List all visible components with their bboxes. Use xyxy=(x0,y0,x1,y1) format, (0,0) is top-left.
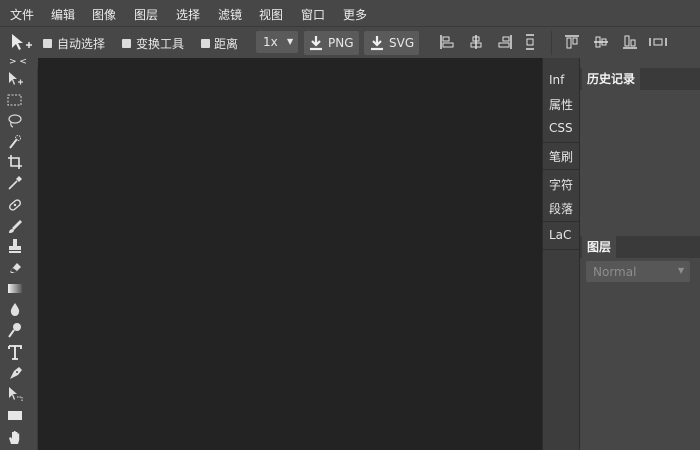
stamp-icon[interactable] xyxy=(6,238,24,254)
menu-window[interactable]: 窗口 xyxy=(301,6,325,23)
history-panel-tab[interactable]: 历史记录 xyxy=(582,68,641,90)
canvas-area[interactable] xyxy=(38,58,542,450)
divider xyxy=(543,221,579,222)
distribute-v-icon[interactable] xyxy=(648,36,668,48)
menu-bar: 文件 编辑 图像 图层 选择 滤镜 视图 窗口 更多 xyxy=(0,0,700,26)
options-bar: 自动选择 变换工具 距离 1x ▼ PNG SVG xyxy=(0,26,700,59)
collapse-arrows: > < xyxy=(9,57,27,67)
panel-tab-properties[interactable]: 属性 xyxy=(549,96,573,113)
menu-filter[interactable]: 滤镜 xyxy=(218,6,242,23)
distribute-h-icon[interactable] xyxy=(524,33,536,51)
transform-tools-label: 变换工具 xyxy=(136,37,185,51)
png-label: PNG xyxy=(328,36,354,50)
eraser-icon[interactable] xyxy=(6,259,24,275)
export-png-button[interactable]: PNG xyxy=(304,31,359,55)
panel-tab-lac[interactable]: LaC xyxy=(549,228,571,242)
blur-icon[interactable] xyxy=(6,301,24,317)
shape-icon[interactable] xyxy=(6,407,24,423)
history-panel-body xyxy=(580,90,700,234)
distance-checkbox[interactable] xyxy=(201,39,210,48)
blend-mode-value: Normal xyxy=(593,265,637,279)
panel-tab-character[interactable]: 字符 xyxy=(549,176,573,193)
pen-icon[interactable] xyxy=(6,365,24,381)
menu-layer[interactable]: 图层 xyxy=(134,6,158,23)
chevron-down-icon: ▼ xyxy=(678,266,685,275)
panel-tab-brush[interactable]: 笔刷 xyxy=(549,148,573,165)
chevron-down-icon: ▼ xyxy=(287,37,294,46)
toolbar-collapse-toggle[interactable]: > < xyxy=(0,58,37,67)
side-panel-tabs: Inf 属性 CSS 笔刷 字符 段落 LaC xyxy=(542,58,579,450)
menu-image[interactable]: 图像 xyxy=(92,6,116,23)
align-center-v-icon[interactable] xyxy=(593,34,609,50)
move-tool-icon[interactable] xyxy=(6,71,24,87)
align-center-h-icon[interactable] xyxy=(468,34,484,50)
gradient-icon[interactable] xyxy=(6,280,24,296)
export-svg-button[interactable]: SVG xyxy=(364,31,419,55)
download-icon xyxy=(310,36,322,51)
panel-tab-info[interactable]: Inf xyxy=(549,73,564,87)
separator xyxy=(551,31,552,55)
distance-label: 距离 xyxy=(214,37,239,51)
brush-icon[interactable] xyxy=(6,218,24,234)
marquee-icon[interactable] xyxy=(6,92,24,108)
align-left-icon[interactable] xyxy=(439,34,455,50)
history-panel-header: 历史记录 xyxy=(580,68,700,90)
menu-select[interactable]: 选择 xyxy=(176,6,200,23)
crop-icon[interactable] xyxy=(6,154,24,170)
zoom-value: 1x xyxy=(263,35,278,49)
right-panels: 历史记录 图层 Normal ▼ xyxy=(579,58,700,450)
panel-tab-css[interactable]: CSS xyxy=(549,121,573,135)
tool-palette xyxy=(0,67,38,450)
svg-label: SVG xyxy=(389,36,415,50)
menu-more[interactable]: 更多 xyxy=(343,6,367,23)
quick-select-icon[interactable] xyxy=(6,134,24,150)
auto-select-label: 自动选择 xyxy=(57,37,106,51)
align-right-icon[interactable] xyxy=(497,34,513,50)
menu-view[interactable]: 视图 xyxy=(259,6,283,23)
healing-icon[interactable] xyxy=(6,197,24,213)
align-top-icon[interactable] xyxy=(564,34,580,50)
layers-panel-header: 图层 xyxy=(580,236,700,258)
menu-edit[interactable]: 编辑 xyxy=(51,6,75,23)
divider xyxy=(543,142,579,143)
move-tool-options-icon[interactable] xyxy=(10,33,32,53)
blend-mode-select[interactable]: Normal ▼ xyxy=(586,261,690,282)
hand-icon[interactable] xyxy=(6,429,24,445)
panel-tab-paragraph[interactable]: 段落 xyxy=(549,200,573,217)
divider xyxy=(543,249,579,250)
lasso-icon[interactable] xyxy=(6,113,24,129)
auto-select-checkbox[interactable] xyxy=(43,39,52,48)
zoom-select[interactable]: 1x ▼ xyxy=(256,31,298,53)
transform-tools-checkbox[interactable] xyxy=(122,39,131,48)
align-bottom-icon[interactable] xyxy=(622,34,638,50)
layers-panel-tab[interactable]: 图层 xyxy=(582,236,617,258)
dodge-icon[interactable] xyxy=(6,322,24,338)
path-select-icon[interactable] xyxy=(6,386,24,402)
eyedropper-icon[interactable] xyxy=(6,175,24,191)
divider xyxy=(543,169,579,170)
download-icon xyxy=(371,36,383,51)
type-icon[interactable] xyxy=(6,344,24,360)
menu-file[interactable]: 文件 xyxy=(10,6,34,23)
